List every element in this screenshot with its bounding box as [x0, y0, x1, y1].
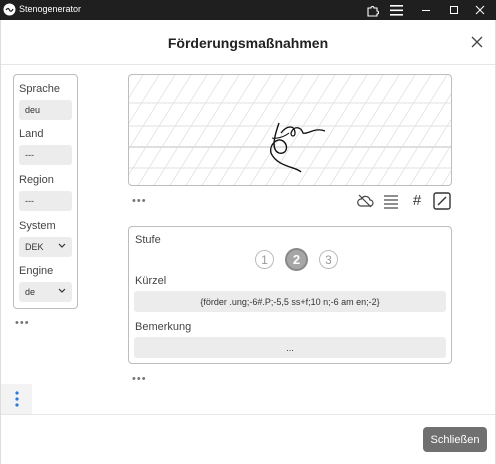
hash-icon[interactable]: # [408, 192, 426, 210]
chevron-down-icon [58, 288, 66, 293]
region-value: --- [25, 196, 34, 206]
puzzle-icon [366, 5, 379, 17]
system-select[interactable]: DEK [19, 237, 72, 257]
vertical-dots-icon [14, 391, 19, 407]
guide-line [329, 75, 400, 185]
guide-line [185, 75, 256, 185]
sprache-label: Sprache [19, 83, 60, 95]
menu-button[interactable] [382, 0, 410, 20]
steno-drawing [129, 75, 451, 185]
maximize-icon [450, 6, 458, 14]
steno-canvas[interactable] [128, 74, 452, 186]
guide-line [409, 119, 451, 185]
cloud-icon[interactable] [356, 192, 374, 210]
kuerzel-label: Kürzel [135, 275, 167, 287]
sidebar-more-button[interactable]: ••• [15, 318, 30, 329]
system-value: DEK [25, 242, 44, 252]
land-label: Land [19, 128, 44, 140]
region-field[interactable]: --- [19, 191, 72, 211]
bemerkung-field[interactable]: ... [134, 337, 446, 358]
bemerkung-label: Bemerkung [135, 321, 192, 333]
guide-line [345, 75, 416, 185]
settings-sidebar: Sprache deu Land --- Region --- System D… [13, 74, 78, 309]
engine-label: Engine [19, 265, 54, 277]
system-label: System [19, 220, 56, 232]
guide-line [361, 75, 432, 185]
guide-line [441, 170, 451, 185]
region-label: Region [19, 174, 54, 186]
side-menu-button[interactable] [1, 384, 32, 414]
guide-line [153, 75, 224, 185]
guide-line [169, 75, 240, 185]
guide-line [129, 75, 176, 150]
guide-line [201, 75, 272, 185]
guide-line [297, 75, 368, 185]
footer-divider [1, 414, 495, 415]
close-window-button[interactable] [466, 0, 494, 20]
lines-icon[interactable] [382, 192, 400, 210]
step-1-button[interactable]: 1 [255, 250, 274, 269]
steno-stroke [269, 122, 302, 173]
app-logo-icon [3, 3, 16, 16]
app-title: Stenogenerator [19, 4, 82, 14]
window-titlebar: Stenogenerator [0, 0, 496, 20]
engine-select[interactable]: de [19, 282, 72, 302]
dialog-title: Förderungsmaßnahmen [167, 35, 329, 51]
minimize-button[interactable] [412, 0, 440, 20]
header-divider [1, 64, 495, 65]
guide-line [137, 75, 208, 185]
land-value: --- [25, 150, 34, 160]
guide-line [129, 75, 144, 99]
guide-line [425, 144, 451, 185]
maximize-button[interactable] [440, 0, 468, 20]
step-3-button[interactable]: 3 [319, 250, 338, 269]
engine-value: de [25, 287, 36, 297]
dialog-window: Förderungsmaßnahmen Sprache deu Land ---… [0, 20, 496, 464]
stufe-label: Stufe [135, 234, 161, 246]
kuerzel-field[interactable]: {förder .ung;-6#.P;-5,5 ss+f;10 n;-6 am … [134, 291, 446, 312]
sprache-field[interactable]: deu [19, 100, 72, 120]
guide-line [377, 75, 448, 185]
sprache-value: deu [25, 105, 41, 115]
close-icon[interactable] [469, 34, 485, 50]
schliessen-button[interactable]: Schließen [423, 427, 487, 452]
guide-line [129, 75, 192, 175]
properties-panel: Stufe 1 2 3 Kürzel {förder .ung;-6#.P;-5… [128, 226, 452, 364]
close-icon [475, 5, 485, 15]
edit-icon[interactable] [433, 192, 451, 210]
land-field[interactable]: --- [19, 145, 72, 165]
hamburger-icon [389, 4, 403, 16]
step-2-button[interactable]: 2 [285, 248, 308, 271]
guide-line [393, 93, 451, 185]
properties-more-button[interactable]: ••• [132, 374, 147, 385]
chevron-down-icon [58, 243, 66, 248]
guide-line [129, 75, 160, 124]
minimize-icon [422, 10, 430, 11]
canvas-more-button[interactable]: ••• [132, 196, 147, 207]
